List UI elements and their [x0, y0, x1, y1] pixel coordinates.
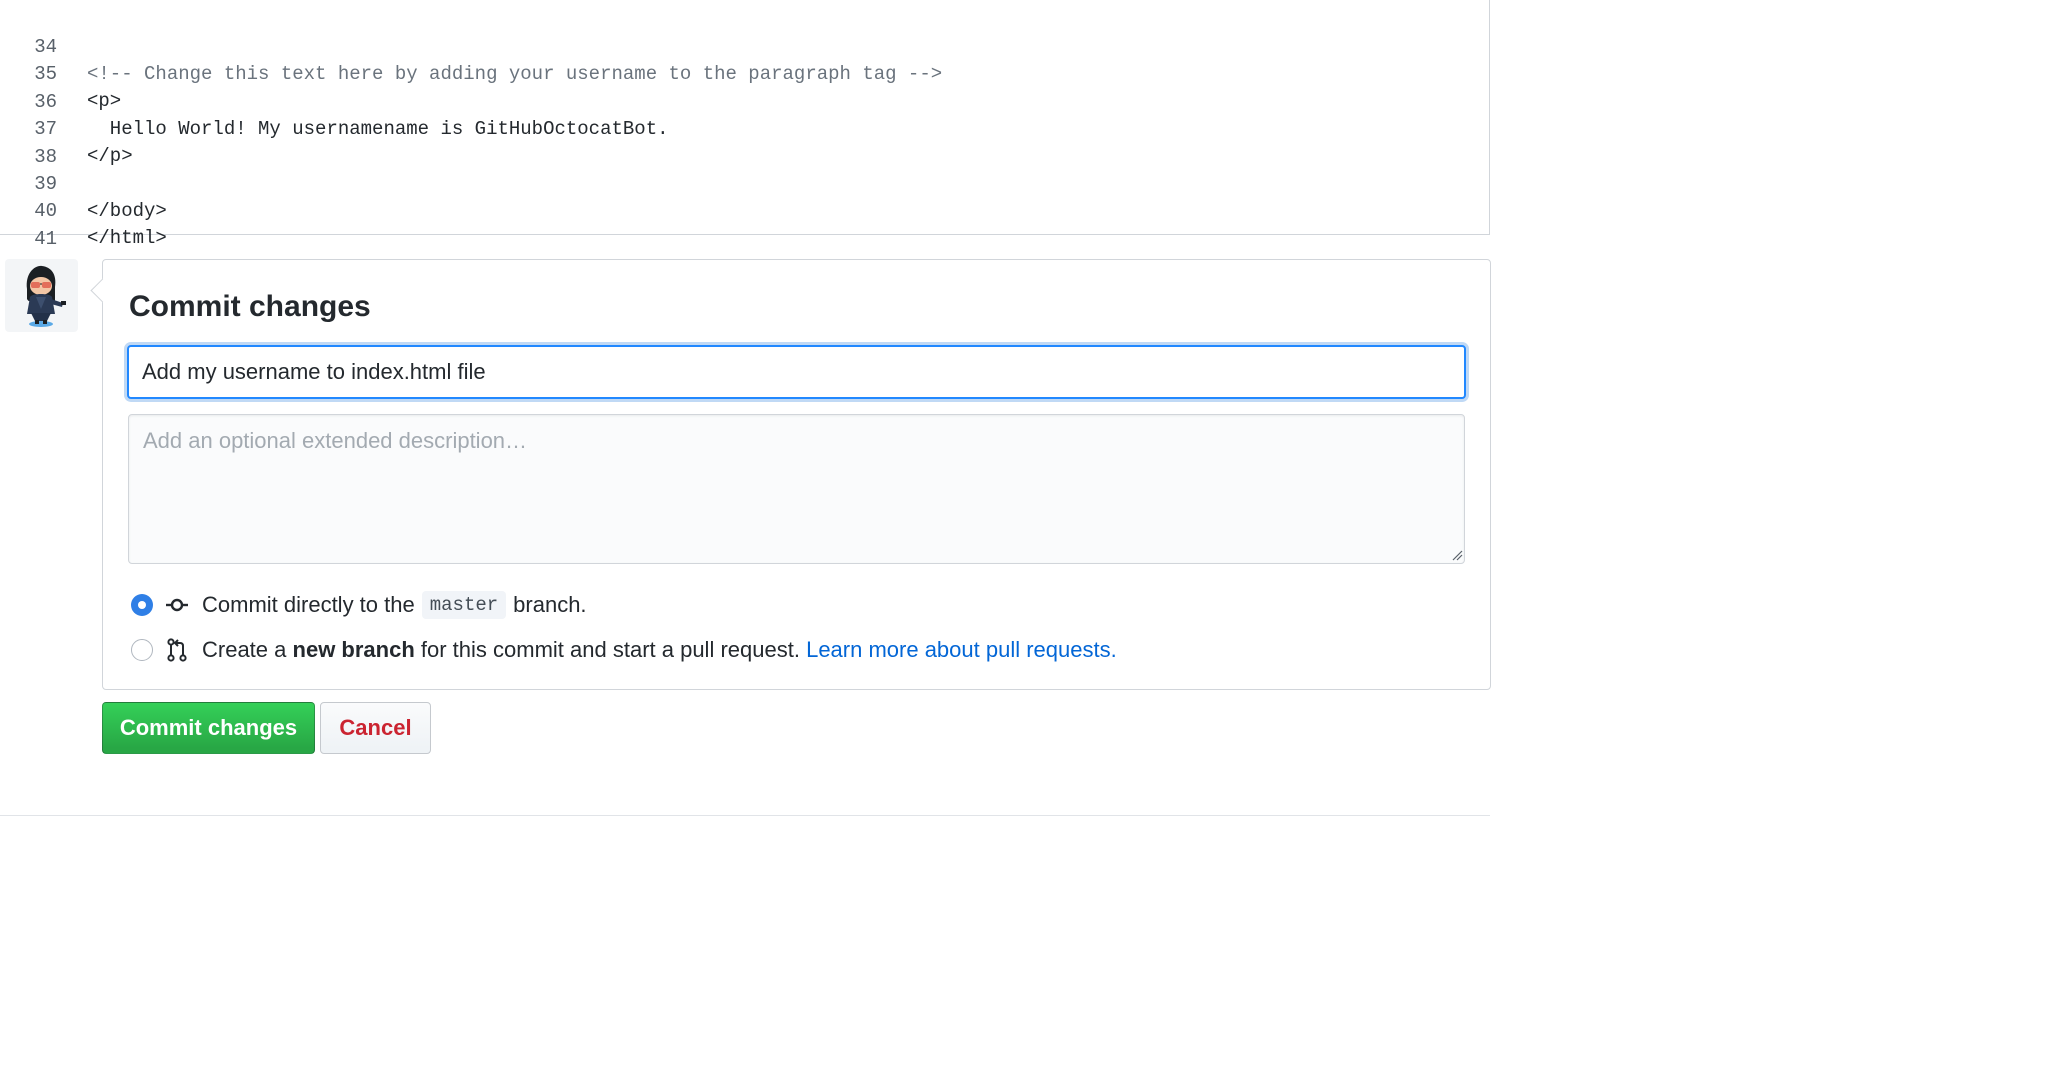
commit-direct-option[interactable]: Commit directly to the master branch. — [131, 588, 587, 622]
code-line: 38 — [0, 117, 1488, 168]
commit-direct-suffix: branch. — [513, 592, 587, 617]
code-line: 36 Hello World! My usernamename is GitHu… — [0, 62, 1488, 140]
line-content: </html> — [87, 227, 167, 249]
divider — [0, 815, 1490, 816]
git-commit-icon — [166, 598, 188, 612]
code-line: 40 </html> — [0, 171, 1488, 249]
code-line: 35 <p> — [0, 34, 1488, 112]
commit-form-title: Commit changes — [129, 290, 371, 323]
branch-name-badge: master — [421, 591, 507, 619]
commit-direct-radio[interactable] — [131, 594, 153, 616]
code-line: 41 — [0, 199, 1488, 250]
code-line: 34 <!-- Change this text here by adding … — [0, 7, 1488, 85]
learn-more-pull-requests-link[interactable]: Learn more about pull requests. — [806, 637, 1117, 663]
line-number: 41 — [34, 228, 57, 250]
code-line: 39 </body> — [0, 144, 1488, 222]
octocat-avatar-icon — [26, 265, 66, 327]
resize-grip-icon[interactable] — [1451, 549, 1463, 561]
new-branch-prefix: Create a — [202, 637, 287, 662]
commit-form: Commit changes Commit directly to the ma… — [102, 259, 1491, 690]
commit-direct-text: Commit directly to the — [202, 592, 415, 617]
code-editor[interactable]: 34 <!-- Change this text here by adding … — [0, 0, 1490, 250]
git-pull-request-icon — [167, 638, 187, 662]
commit-summary-input[interactable] — [127, 345, 1466, 399]
cancel-button[interactable]: Cancel — [320, 702, 431, 754]
avatar[interactable] — [5, 259, 78, 332]
commit-changes-button[interactable]: Commit changes — [102, 702, 315, 754]
new-branch-option[interactable]: Create a new branch for this commit and … — [131, 633, 1117, 667]
commit-description-textarea[interactable] — [128, 414, 1465, 564]
new-branch-radio[interactable] — [131, 639, 153, 661]
code-line: 37 </p> — [0, 89, 1488, 167]
new-branch-suffix: for this commit and start a pull request… — [420, 637, 800, 662]
new-branch-bold: new branch — [292, 637, 415, 662]
